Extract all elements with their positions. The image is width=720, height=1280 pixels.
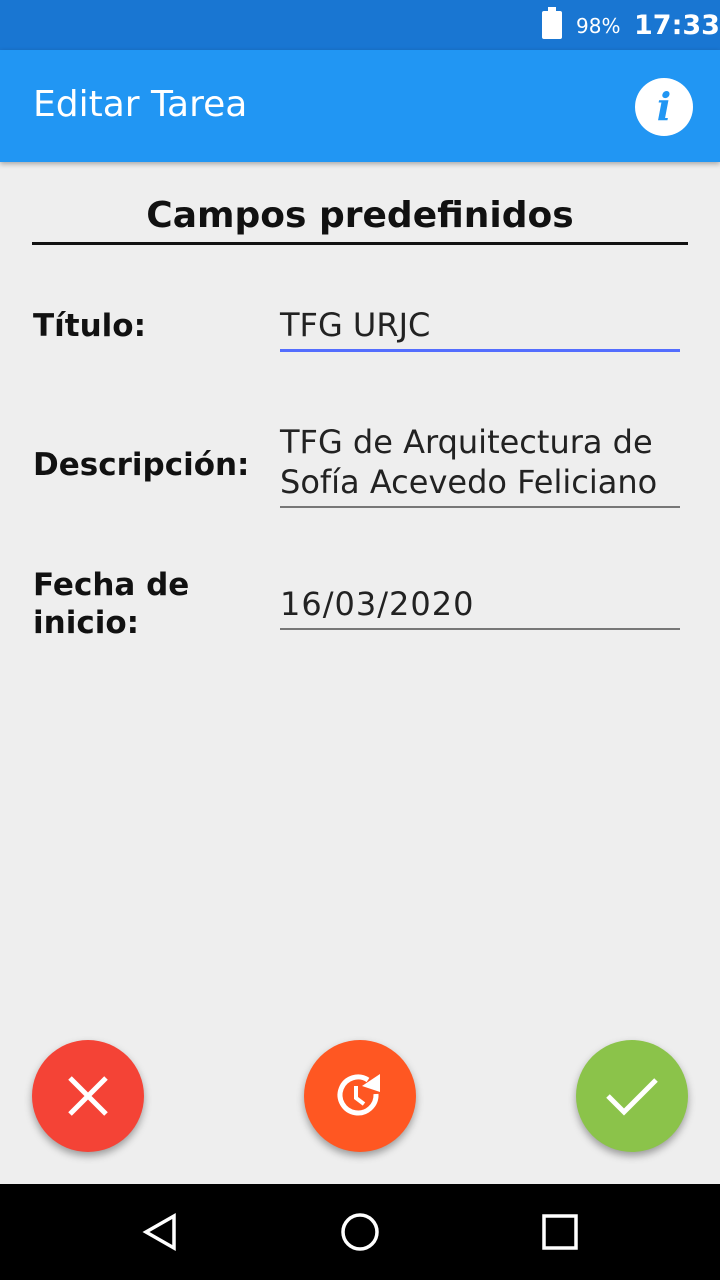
titulo-label: Título:	[33, 308, 146, 344]
recents-icon[interactable]	[542, 1212, 578, 1252]
app-bar: Editar Tarea i	[0, 50, 720, 162]
descripcion-label: Descripción:	[33, 447, 250, 483]
fecha-input[interactable]: 16/03/2020	[280, 584, 680, 630]
home-icon[interactable]	[340, 1212, 380, 1252]
battery-percent: 98%	[576, 14, 621, 38]
clock: 17:33	[634, 10, 720, 41]
clock-restore-icon	[337, 1074, 380, 1116]
check-icon	[606, 1078, 658, 1116]
titulo-input[interactable]: TFG URJC	[280, 305, 680, 352]
cancel-button[interactable]	[32, 1040, 144, 1152]
battery-icon	[542, 7, 562, 39]
navigation-bar	[0, 1184, 720, 1280]
back-icon[interactable]	[140, 1212, 180, 1252]
fecha-label-line: inicio:	[33, 605, 140, 641]
fecha-label: Fecha de inicio:	[33, 566, 189, 642]
info-icon[interactable]: i	[635, 78, 693, 136]
page-title: Editar Tarea	[33, 84, 248, 125]
status-bar: 98% 17:33	[0, 0, 720, 50]
confirm-button[interactable]	[576, 1040, 688, 1152]
descripcion-line: Sofía Acevedo Feliciano	[280, 463, 658, 501]
close-icon	[68, 1076, 108, 1116]
reset-button[interactable]	[304, 1040, 416, 1152]
descripcion-input[interactable]: TFG de Arquitectura de Sofía Acevedo Fel…	[280, 422, 680, 508]
fecha-label-line: Fecha de	[33, 567, 190, 603]
section-title: Campos predefinidos	[32, 195, 688, 245]
descripcion-line: TFG de Arquitectura de	[280, 423, 653, 461]
